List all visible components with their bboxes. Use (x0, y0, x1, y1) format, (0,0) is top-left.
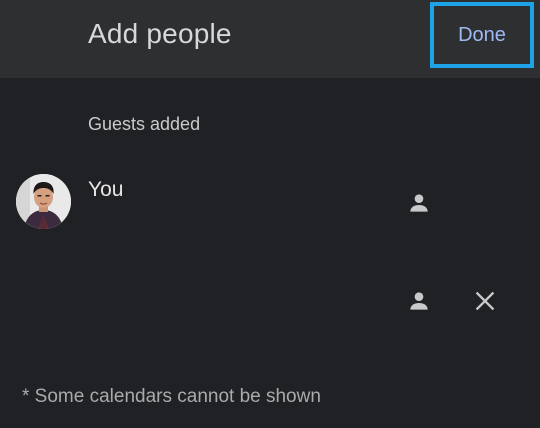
person-icon (406, 288, 432, 314)
avatar-image (16, 174, 71, 229)
calendars-note: * Some calendars cannot be shown (22, 386, 321, 407)
app-bar: Add people Done (0, 0, 540, 78)
guest-list-item[interactable]: You (0, 168, 540, 238)
guest-name: You (88, 178, 124, 201)
add-people-screen: Add people Done Guests added You * Some … (0, 0, 540, 428)
page-title: Add people (88, 18, 232, 49)
person-icon (406, 190, 432, 216)
guests-section-label: Guests added (88, 114, 201, 134)
user-photo-avatar (16, 174, 71, 229)
close-icon[interactable] (472, 288, 498, 314)
done-button[interactable]: Done (430, 2, 534, 68)
guest-list-item[interactable] (0, 280, 540, 326)
